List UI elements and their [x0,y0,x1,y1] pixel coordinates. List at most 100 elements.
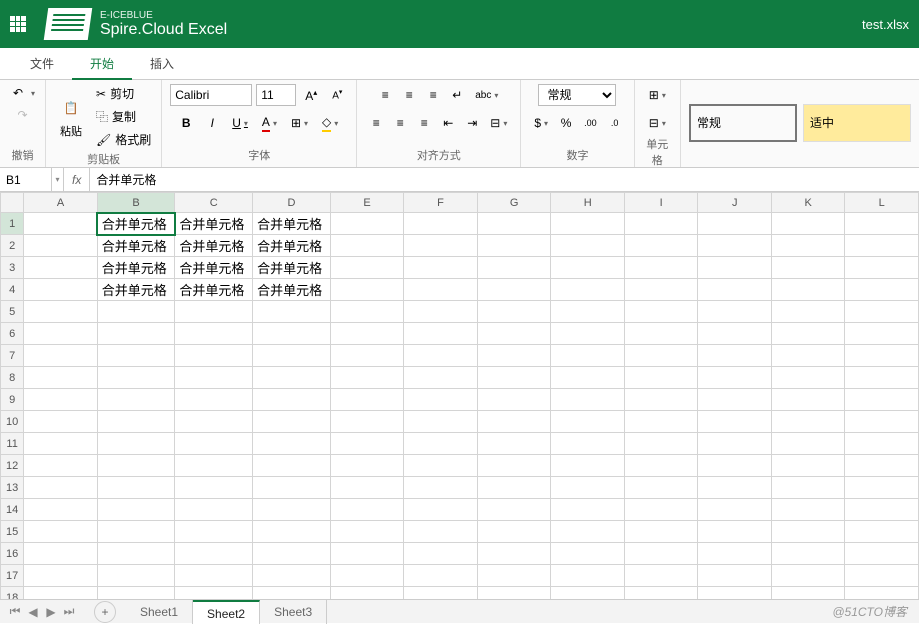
row-header-7[interactable]: 7 [1,345,24,367]
col-header-K[interactable]: K [771,193,845,213]
cell-C1[interactable]: 合并单元格 [175,213,253,235]
cell-B14[interactable] [97,499,175,521]
cell-C6[interactable] [175,323,253,345]
cell-L18[interactable] [845,587,919,600]
cell-E15[interactable] [330,521,404,543]
paste-button[interactable]: 📋 粘贴 [54,93,88,141]
cell-I11[interactable] [624,433,698,455]
col-header-H[interactable]: H [551,193,625,213]
cell-H7[interactable] [551,345,625,367]
cell-F14[interactable] [404,499,478,521]
cell-G7[interactable] [477,345,551,367]
cell-G11[interactable] [477,433,551,455]
row-header-13[interactable]: 13 [1,477,24,499]
cell-J8[interactable] [698,367,772,389]
cell-C17[interactable] [175,565,253,587]
cell-C16[interactable] [175,543,253,565]
decrease-font-button[interactable]: A▾ [326,84,348,106]
cell-B18[interactable] [97,587,175,600]
italic-button[interactable]: I [201,112,223,134]
cell-C5[interactable] [175,301,253,323]
cell-L7[interactable] [845,345,919,367]
col-header-C[interactable]: C [175,193,253,213]
cell-H17[interactable] [551,565,625,587]
cell-A13[interactable] [24,477,98,499]
name-box-dropdown[interactable]: ▾ [52,168,64,191]
col-header-G[interactable]: G [477,193,551,213]
cell-J1[interactable] [698,213,772,235]
cell-D8[interactable] [253,367,331,389]
cell-E6[interactable] [330,323,404,345]
cell-G12[interactable] [477,455,551,477]
cell-A6[interactable] [24,323,98,345]
sheet-last-button[interactable]: ⏭ [60,603,78,621]
cell-L10[interactable] [845,411,919,433]
cell-B12[interactable] [97,455,175,477]
cell-K4[interactable] [771,279,845,301]
cell-E2[interactable] [330,235,404,257]
cell-K13[interactable] [771,477,845,499]
cell-E17[interactable] [330,565,404,587]
row-header-6[interactable]: 6 [1,323,24,345]
fx-label[interactable]: fx [64,168,90,191]
align-left-button[interactable]: ≡ [365,112,387,134]
merge-button[interactable]: ⊟▾ [485,112,512,134]
cell-A2[interactable] [24,235,98,257]
cell-G2[interactable] [477,235,551,257]
cell-C3[interactable]: 合并单元格 [175,257,253,279]
cell-H1[interactable] [551,213,625,235]
cell-D6[interactable] [253,323,331,345]
cell-E4[interactable] [330,279,404,301]
currency-button[interactable]: $▾ [529,112,553,134]
cell-F16[interactable] [404,543,478,565]
cell-C2[interactable]: 合并单元格 [175,235,253,257]
cell-D1[interactable]: 合并单元格 [253,213,331,235]
spreadsheet-grid[interactable]: ABCDEFGHIJKL1合并单元格合并单元格合并单元格2合并单元格合并单元格合… [0,192,919,599]
align-center-button[interactable]: ≡ [389,112,411,134]
cell-D9[interactable] [253,389,331,411]
cell-J4[interactable] [698,279,772,301]
cell-F15[interactable] [404,521,478,543]
align-bottom-button[interactable]: ≡ [422,84,444,106]
cell-I2[interactable] [624,235,698,257]
cell-K9[interactable] [771,389,845,411]
cell-D15[interactable] [253,521,331,543]
tab-file[interactable]: 文件 [12,48,72,80]
cell-E9[interactable] [330,389,404,411]
cell-J10[interactable] [698,411,772,433]
row-header-16[interactable]: 16 [1,543,24,565]
insert-cell-button[interactable]: ⊞▾ [644,84,671,106]
cell-K3[interactable] [771,257,845,279]
cell-H14[interactable] [551,499,625,521]
cell-C18[interactable] [175,587,253,600]
cell-G10[interactable] [477,411,551,433]
cell-K7[interactable] [771,345,845,367]
cell-J7[interactable] [698,345,772,367]
cell-F12[interactable] [404,455,478,477]
cell-B13[interactable] [97,477,175,499]
cell-I5[interactable] [624,301,698,323]
cell-J15[interactable] [698,521,772,543]
cell-A18[interactable] [24,587,98,600]
undo-button[interactable]: ↶▾ [8,84,37,102]
cell-H12[interactable] [551,455,625,477]
cell-H18[interactable] [551,587,625,600]
cell-I9[interactable] [624,389,698,411]
row-header-10[interactable]: 10 [1,411,24,433]
col-header-L[interactable]: L [845,193,919,213]
col-header-B[interactable]: B [97,193,175,213]
cell-B16[interactable] [97,543,175,565]
font-color-button[interactable]: A▾ [257,112,282,134]
cell-E18[interactable] [330,587,404,600]
cell-H2[interactable] [551,235,625,257]
cell-B6[interactable] [97,323,175,345]
redo-button[interactable]: ↷ [13,106,33,124]
cell-G9[interactable] [477,389,551,411]
row-header-15[interactable]: 15 [1,521,24,543]
row-header-1[interactable]: 1 [1,213,24,235]
cell-B11[interactable] [97,433,175,455]
cell-B3[interactable]: 合并单元格 [97,257,175,279]
cell-K10[interactable] [771,411,845,433]
cell-C12[interactable] [175,455,253,477]
cell-J9[interactable] [698,389,772,411]
